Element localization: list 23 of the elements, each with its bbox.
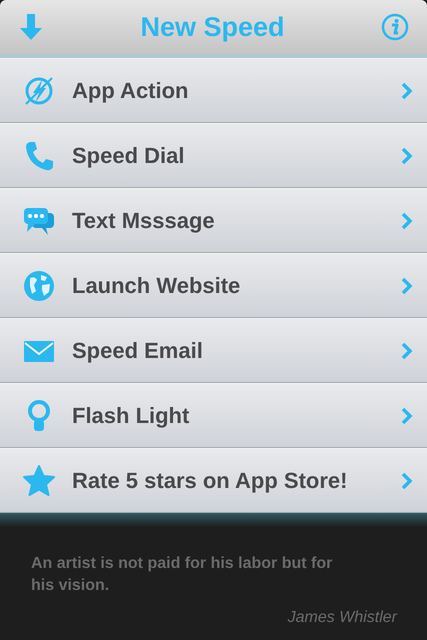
menu-row[interactable]: Launch Website: [0, 253, 427, 318]
menu-row[interactable]: Speed Dial: [0, 123, 427, 188]
menu-row[interactable]: Rate 5 stars on App Store!: [0, 448, 427, 513]
download-button[interactable]: [18, 12, 44, 42]
down-arrow-icon: [18, 12, 44, 42]
globe-icon: [22, 268, 56, 302]
chevron-icon: [401, 212, 413, 230]
info-icon: [380, 13, 409, 41]
menu-row[interactable]: Flash Light: [0, 383, 427, 448]
chevron-icon: [401, 406, 413, 424]
menu-row[interactable]: Text Msssage: [0, 188, 427, 253]
chevron-icon: [401, 276, 413, 294]
chevron-icon: [401, 82, 413, 100]
quote-author: James Whistler: [288, 609, 397, 627]
info-button[interactable]: [380, 13, 409, 41]
chevron-icon: [401, 342, 413, 360]
screen-title: New Speed: [140, 12, 285, 42]
chevron-icon: [401, 472, 413, 490]
menu-row[interactable]: App Action: [0, 58, 427, 123]
star-icon: [22, 464, 56, 498]
quote-text: An artist is not paid for his labor but for his vision.: [31, 554, 334, 596]
chevron-icon: [401, 146, 413, 164]
menu-row[interactable]: Speed Email: [0, 318, 427, 383]
